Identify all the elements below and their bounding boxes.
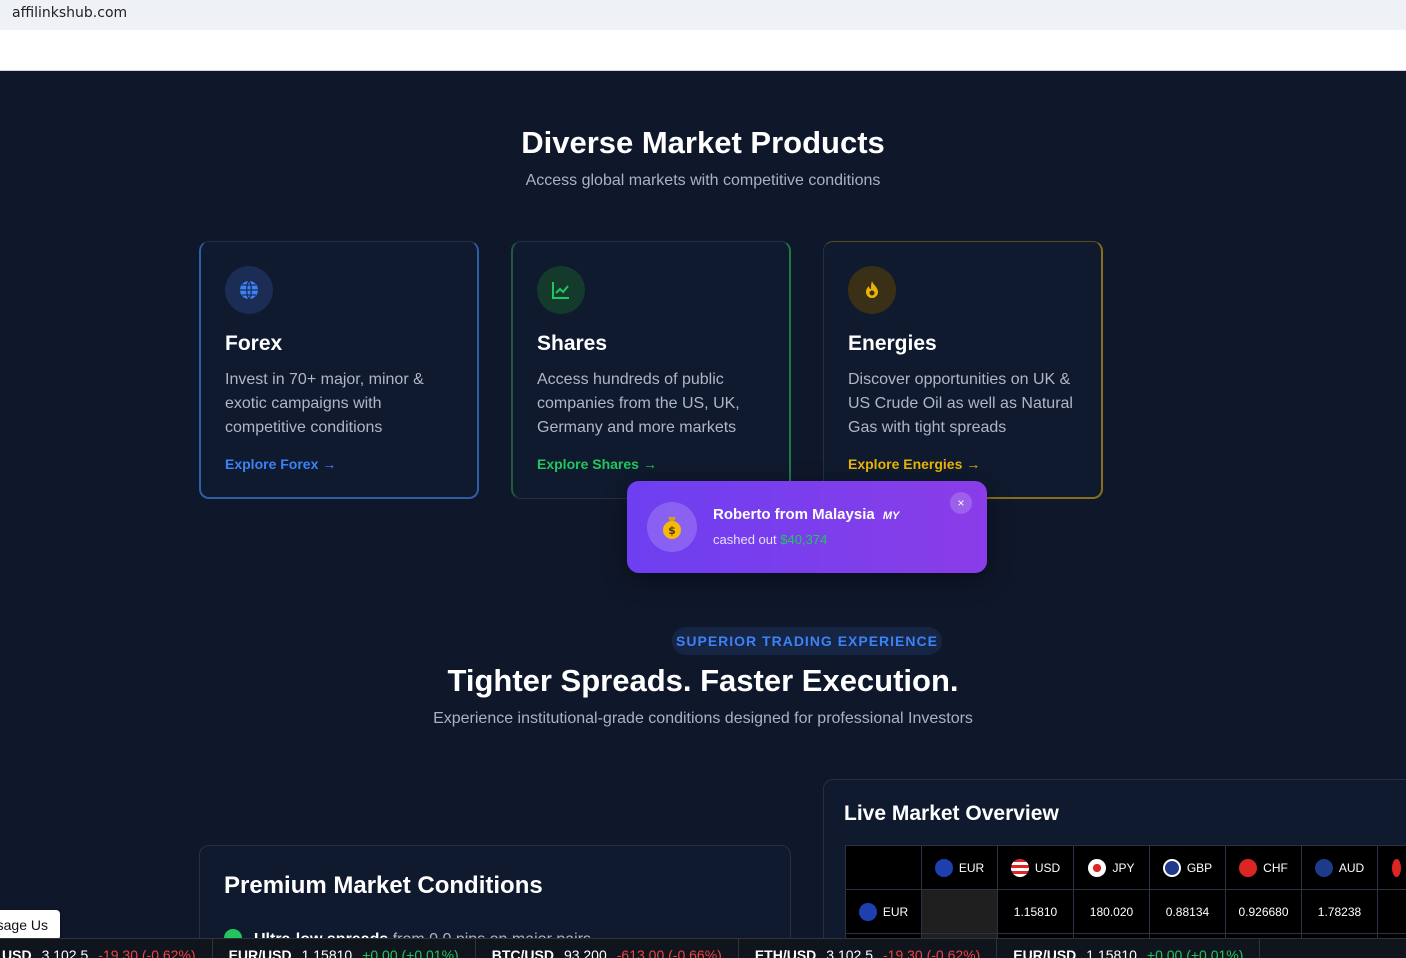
globe-icon [225, 266, 273, 314]
url-text[interactable]: affilinkshub.com [12, 5, 127, 21]
trading-subtitle: Experience institutional-grade condition… [433, 710, 973, 727]
energies-card[interactable]: Energies Discover opportunities on UK & … [823, 241, 1103, 499]
trading-title: Tighter Spreads. Faster Execution. [447, 663, 959, 698]
matrix-cell: 0.926680 [1226, 890, 1302, 934]
uk-flag-icon [1162, 858, 1181, 877]
cashout-notification: $ Roberto from Malaysia MY cashed out $4… [627, 481, 987, 573]
matrix-header-label: EUR [958, 860, 985, 875]
money-bag-icon: $ [647, 502, 697, 552]
notification-amount: $40,374 [780, 532, 828, 547]
fire-icon [848, 266, 896, 314]
close-icon[interactable]: × [950, 492, 972, 514]
card-description: Invest in 70+ major, minor & exotic camp… [225, 371, 424, 436]
ticker-change: -19.30 (-0.62%) [98, 947, 196, 958]
notification-title: Roberto from Malaysia MY [713, 506, 899, 523]
card-title: Forex [225, 332, 283, 355]
ticker-symbol: BTC/USD [491, 947, 554, 958]
matrix-header: JPY [1074, 846, 1150, 890]
ticker-item: USD 3,102.5 -19.30 (-0.62%) [0, 939, 213, 958]
markets-subtitle: Access global markets with competitive c… [525, 172, 881, 189]
notification-text: cashed out $40,374 [713, 532, 827, 547]
markets-title: Diverse Market Products [521, 125, 885, 160]
explore-shares-link[interactable]: Explore Shares → [537, 456, 657, 472]
explore-forex-link[interactable]: Explore Forex → [225, 456, 336, 472]
card-title: Shares [537, 332, 608, 355]
site-header [0, 30, 1406, 71]
matrix-header: CHF [1226, 846, 1302, 890]
country-code: MY [882, 510, 900, 522]
shares-card[interactable]: Shares Access hundreds of public compani… [511, 241, 791, 499]
premium-title: Premium Market Conditions [224, 872, 543, 899]
svg-text:$: $ [668, 524, 676, 537]
matrix-header: EUR [922, 846, 998, 890]
ticker-price: 1.15810 [301, 947, 353, 958]
ticker-change: +0.00 (+0.01%) [1146, 947, 1244, 958]
ticker-symbol: EUR/USD [228, 947, 292, 958]
section-badge: SUPERIOR TRADING EXPERIENCE [672, 627, 942, 655]
matrix-header: AUD [1302, 846, 1378, 890]
browser-address-bar[interactable]: affilinkshub.com [0, 0, 1406, 30]
ticker-item: EUR/USD 1.15810 +0.00 (+0.01%) [997, 939, 1261, 958]
matrix-cell: 180.020 [1074, 890, 1150, 934]
matrix-header: USD [998, 846, 1074, 890]
matrix-row-label: EUR [846, 890, 922, 934]
ticker-price: 93,200 [563, 947, 607, 958]
ticker-change: -19.30 (-0.62%) [883, 947, 981, 958]
ticker-symbol: EUR/USD [1013, 947, 1077, 958]
ticker-item: BTC/USD 93,200 -613.00 (-0.66%) [476, 939, 739, 958]
matrix-header-label: AUD [1338, 860, 1365, 875]
matrix-header-label: JPY [1112, 860, 1135, 875]
matrix-header-label: CHF [1263, 860, 1288, 875]
ticker-change: +0.00 (+0.01%) [362, 947, 459, 958]
message-us-button[interactable]: Message Us [0, 910, 60, 940]
live-market-card: Live Market Overview EUR USD JPY GBP CHF… [823, 779, 1406, 958]
matrix-header: GBP [1150, 846, 1226, 890]
explore-energies-link[interactable]: Explore Energies → [848, 456, 980, 472]
ticker-price: 3,102.5 [41, 947, 89, 958]
ticker-price: 3,102.5 [826, 947, 873, 958]
ch-flag-icon [1239, 858, 1258, 877]
au-flag-icon [1314, 858, 1333, 877]
matrix-cell: 0.88134 [1150, 890, 1226, 934]
card-title: Energies [848, 332, 937, 355]
matrix-cell: 1.15810 [998, 890, 1074, 934]
ticker-item: ETH/USD 3,102.5 -19.30 (-0.62%) [739, 939, 998, 958]
jp-flag-icon [1088, 858, 1107, 877]
chart-line-icon [537, 266, 585, 314]
matrix-cell [922, 890, 998, 934]
ticker-price: 1.15810 [1086, 947, 1137, 958]
matrix-row-label-text: EUR [882, 904, 909, 919]
card-description: Access hundreds of public companies from… [537, 371, 740, 436]
eu-flag-icon [934, 858, 953, 877]
matrix-corner [846, 846, 922, 890]
matrix-header-partial [1378, 846, 1406, 890]
eu-flag-icon [858, 902, 877, 921]
message-us-label[interactable]: Message Us [0, 910, 48, 940]
ticker-symbol: USD [2, 947, 32, 958]
us-flag-icon [1010, 858, 1029, 877]
matrix-header-label: GBP [1186, 860, 1213, 875]
price-ticker: USD 3,102.5 -19.30 (-0.62%) EUR/USD 1.15810 +… [0, 938, 1406, 958]
ticker-item: EUR/USD 1.15810 +0.00 (+0.01%) [213, 939, 476, 958]
ticker-symbol: ETH/USD [754, 947, 817, 958]
live-market-title: Live Market Overview [844, 802, 1059, 825]
notification-prefix: cashed out [713, 532, 777, 547]
ticker-change: -613.00 (-0.66%) [616, 947, 722, 958]
matrix-header-label: USD [1034, 860, 1061, 875]
notification-name: Roberto from Malaysia [713, 506, 875, 523]
forex-card[interactable]: Forex Invest in 70+ major, minor & exoti… [199, 241, 479, 499]
matrix-cell-partial [1378, 890, 1406, 934]
card-description: Discover opportunities on UK & US Crude … [848, 371, 1073, 436]
matrix-cell: 1.78238 [1302, 890, 1378, 934]
flag-icon [1392, 858, 1401, 877]
